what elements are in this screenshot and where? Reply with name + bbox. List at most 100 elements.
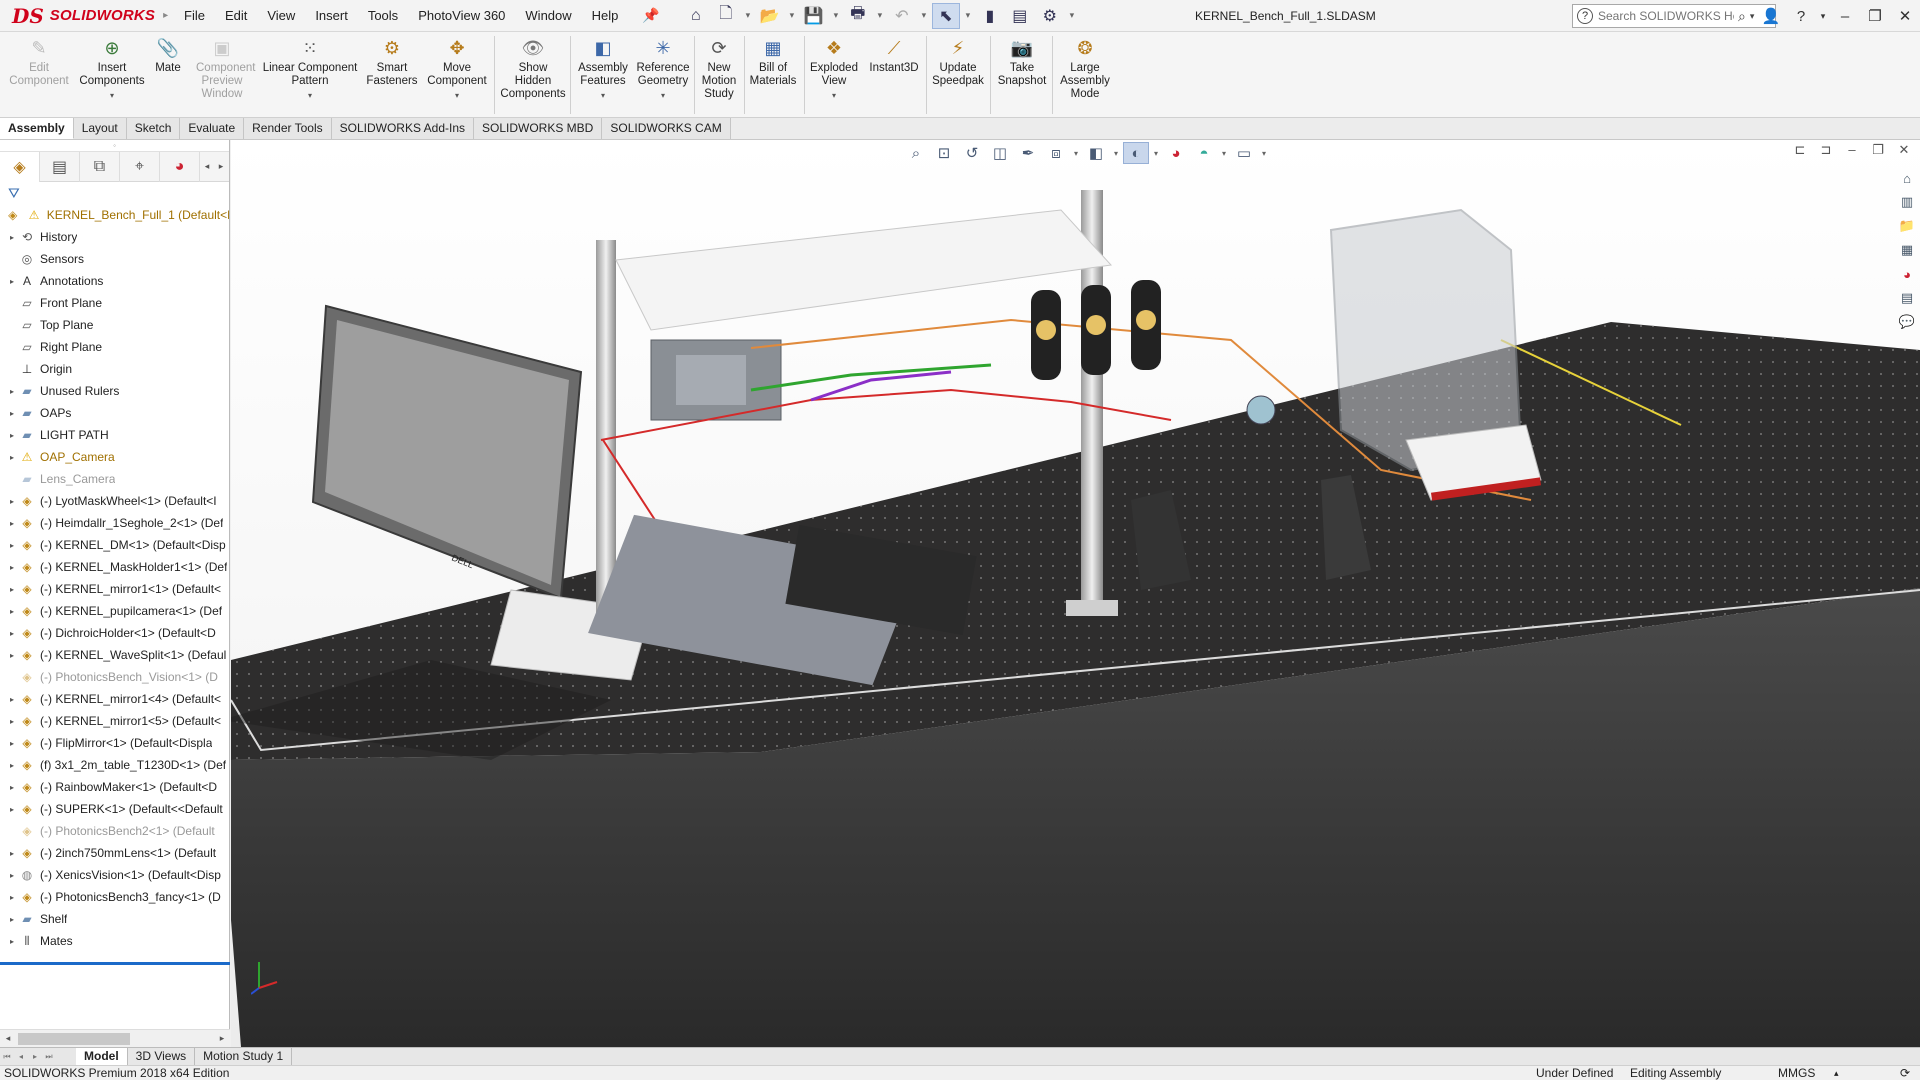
forum-icon[interactable]: 💬	[1896, 312, 1918, 332]
panel-grip[interactable]: ◦	[0, 140, 229, 152]
tree-item[interactable]: ▸ ⫴ Mates	[0, 930, 229, 952]
expand-arrow-icon[interactable]: ▸	[6, 937, 18, 946]
expand-arrow-icon[interactable]: ▸	[6, 805, 18, 814]
panel-horizontal-scrollbar[interactable]: ◂ ▸	[0, 1029, 230, 1047]
tree-item[interactable]: ▱ Top Plane	[0, 314, 229, 336]
graphics-viewport[interactable]: DELL ⌕ ⊡ ↺ ◫ ✒ ⧈ ▾ ◧ ▾ ◐ ▾ ◕ ◓ ▾ ▭ ▾ ⊏ ⊐…	[231, 140, 1920, 1047]
expand-arrow-icon[interactable]: ▸	[6, 585, 18, 594]
expand-arrow-icon[interactable]: ▸	[6, 761, 18, 770]
view-palette-icon[interactable]: ▦	[1896, 240, 1918, 260]
options-gear-icon[interactable]: ⚙	[1036, 3, 1064, 29]
tree-item[interactable]: ▸ ⚠ OAP_Camera	[0, 446, 229, 468]
tree-item[interactable]: ⊥ Origin	[0, 358, 229, 380]
file-explorer-icon[interactable]: 📁	[1896, 216, 1918, 236]
tree-item[interactable]: ▸ A Annotations	[0, 270, 229, 292]
restore-icon[interactable]: ❐	[1860, 7, 1890, 25]
unit-system-dropdown-icon[interactable]: ▴	[1834, 1066, 1839, 1080]
tab-sketch[interactable]: Sketch	[126, 118, 181, 139]
smart-fasteners-button[interactable]: ⚙ Smart Fasteners	[364, 36, 420, 116]
view-orientation-dropdown-icon[interactable]: ▾	[1071, 142, 1081, 164]
menu-window[interactable]: Window	[515, 0, 581, 32]
tab-add-ins[interactable]: SOLIDWORKS Add-Ins	[331, 118, 474, 139]
first-tab-icon[interactable]: ⏮	[0, 1052, 14, 1062]
tab-render-tools[interactable]: Render Tools	[244, 118, 332, 139]
custom-properties-icon[interactable]: ▤	[1896, 288, 1918, 308]
tree-item[interactable]: ▸ ◈ (-) Heimdallr_1Seghole_2<1> (Def	[0, 512, 229, 534]
expand-arrow-icon[interactable]: ▸	[6, 233, 18, 242]
print-dropdown-icon[interactable]: ▾	[874, 3, 886, 29]
solidworks-resources-icon[interactable]: ⌂	[1896, 168, 1918, 188]
expand-arrow-icon[interactable]: ▸	[6, 893, 18, 902]
traffic-light-icon[interactable]: ▮	[976, 3, 1004, 29]
section-view-icon[interactable]: ◫	[987, 142, 1013, 164]
reference-geometry-dropdown-icon[interactable]: ▾	[661, 89, 665, 102]
assembly-3d-scene[interactable]: DELL	[231, 140, 1920, 1047]
exploded-view-button[interactable]: ❖ Exploded View ▾	[806, 36, 862, 116]
expand-arrow-icon[interactable]: ▸	[6, 387, 18, 396]
previous-view-icon[interactable]: ↺	[959, 142, 985, 164]
move-component-dropdown-icon[interactable]: ▾	[455, 89, 459, 102]
select-cursor-icon[interactable]: ⬉	[931, 2, 960, 29]
view-settings-icon[interactable]: ▭	[1231, 142, 1257, 164]
design-library-icon[interactable]: ▥	[1896, 192, 1918, 212]
undo-dropdown-icon[interactable]: ▾	[918, 3, 930, 29]
rebuild-status-icon[interactable]: ⟳	[1900, 1066, 1910, 1080]
instant3d-button[interactable]: ⟋ Instant3D	[866, 36, 922, 116]
show-hidden-components-button[interactable]: 👁 Show Hidden Components	[498, 36, 568, 116]
tab-motion-study[interactable]: Motion Study 1	[195, 1048, 293, 1065]
display-style-icon[interactable]: ◧	[1083, 142, 1109, 164]
expand-arrow-icon[interactable]: ▸	[6, 783, 18, 792]
tree-item[interactable]: ◈ (-) PhotonicsBench2<1> (Default	[0, 820, 229, 842]
expand-arrow-icon[interactable]: ▸	[6, 849, 18, 858]
tab-evaluate[interactable]: Evaluate	[180, 118, 245, 139]
expand-arrow-icon[interactable]: ▸	[6, 431, 18, 440]
expand-arrow-icon[interactable]: ▸	[6, 695, 18, 704]
move-component-button[interactable]: ✥ Move Component ▾	[422, 36, 492, 116]
expand-arrow-icon[interactable]: ▸	[6, 519, 18, 528]
filter-icon[interactable]: ⛛	[0, 182, 229, 204]
expand-arrow-icon[interactable]: ▸	[6, 871, 18, 880]
user-account-icon[interactable]: 👤	[1756, 7, 1786, 25]
menu-photoview[interactable]: PhotoView 360	[408, 0, 515, 32]
edit-component-button[interactable]: ✎ Edit Component	[4, 36, 74, 116]
expand-arrow-icon[interactable]: ▸	[6, 915, 18, 924]
panel-tab-next-icon[interactable]: ▸	[214, 152, 228, 182]
menu-insert[interactable]: Insert	[305, 0, 358, 32]
tab-layout[interactable]: Layout	[73, 118, 127, 139]
tree-item[interactable]: ▸ ◈ (-) KERNEL_DM<1> (Default<Disp	[0, 534, 229, 556]
expand-arrow-icon[interactable]: ▸	[6, 409, 18, 418]
expand-arrow-icon[interactable]: ▸	[6, 497, 18, 506]
tree-item[interactable]: ◈ (-) PhotonicsBench_Vision<1> (D	[0, 666, 229, 688]
tree-item[interactable]: ▱ Front Plane	[0, 292, 229, 314]
exploded-view-dropdown-icon[interactable]: ▾	[832, 89, 836, 102]
configuration-manager-tab-icon[interactable]: ⧉	[80, 151, 120, 182]
hide-show-dropdown-icon[interactable]: ▾	[1151, 142, 1161, 164]
viewport-minimize-icon[interactable]: –	[1842, 142, 1862, 158]
tree-item[interactable]: ▸ ◈ (f) 3x1_2m_table_T1230D<1> (Def	[0, 754, 229, 776]
minimize-icon[interactable]: –	[1830, 8, 1860, 25]
tree-item[interactable]: ▸ ◍ (-) XenicsVision<1> (Default<Disp	[0, 864, 229, 886]
scroll-thumb[interactable]	[18, 1032, 130, 1045]
property-manager-tab-icon[interactable]: ▤	[40, 151, 80, 182]
tree-item[interactable]: ▸ ▰ OAPs	[0, 402, 229, 424]
viewport-tile-left-icon[interactable]: ⊏	[1790, 142, 1810, 158]
menu-file[interactable]: File	[174, 0, 215, 32]
tab-assembly[interactable]: Assembly	[0, 118, 74, 139]
display-manager-tab-icon[interactable]: ◕	[160, 151, 200, 182]
tree-item[interactable]: ▸ ▰ LIGHT PATH	[0, 424, 229, 446]
save-icon[interactable]: 💾	[800, 3, 828, 29]
expand-arrow-icon[interactable]: ▸	[6, 739, 18, 748]
tree-item[interactable]: ▸ ◈ (-) PhotonicsBench3_fancy<1> (D	[0, 886, 229, 908]
assembly-features-button[interactable]: ◧ Assembly Features ▾	[574, 36, 632, 116]
linear-pattern-dropdown-icon[interactable]: ▾	[308, 89, 312, 102]
file-properties-icon[interactable]: ▤	[1006, 3, 1034, 29]
tree-item[interactable]: ▸ ◈ (-) 2inch750mmLens<1> (Default	[0, 842, 229, 864]
tree-item[interactable]: ▸ ⟲ History	[0, 226, 229, 248]
linear-pattern-button[interactable]: ⁙ Linear Component Pattern ▾	[258, 36, 362, 116]
tree-item[interactable]: ▸ ◈ (-) KERNEL_mirror1<1> (Default<	[0, 578, 229, 600]
menu-help[interactable]: Help	[582, 0, 629, 32]
tree-root-assembly[interactable]: ◈ ⚠ KERNEL_Bench_Full_1 (Default<D	[0, 204, 229, 226]
undo-icon[interactable]: ↶	[888, 3, 916, 29]
zoom-to-fit-icon[interactable]: ⌕	[903, 142, 929, 164]
search-dropdown-icon[interactable]: ▾	[1750, 11, 1755, 22]
